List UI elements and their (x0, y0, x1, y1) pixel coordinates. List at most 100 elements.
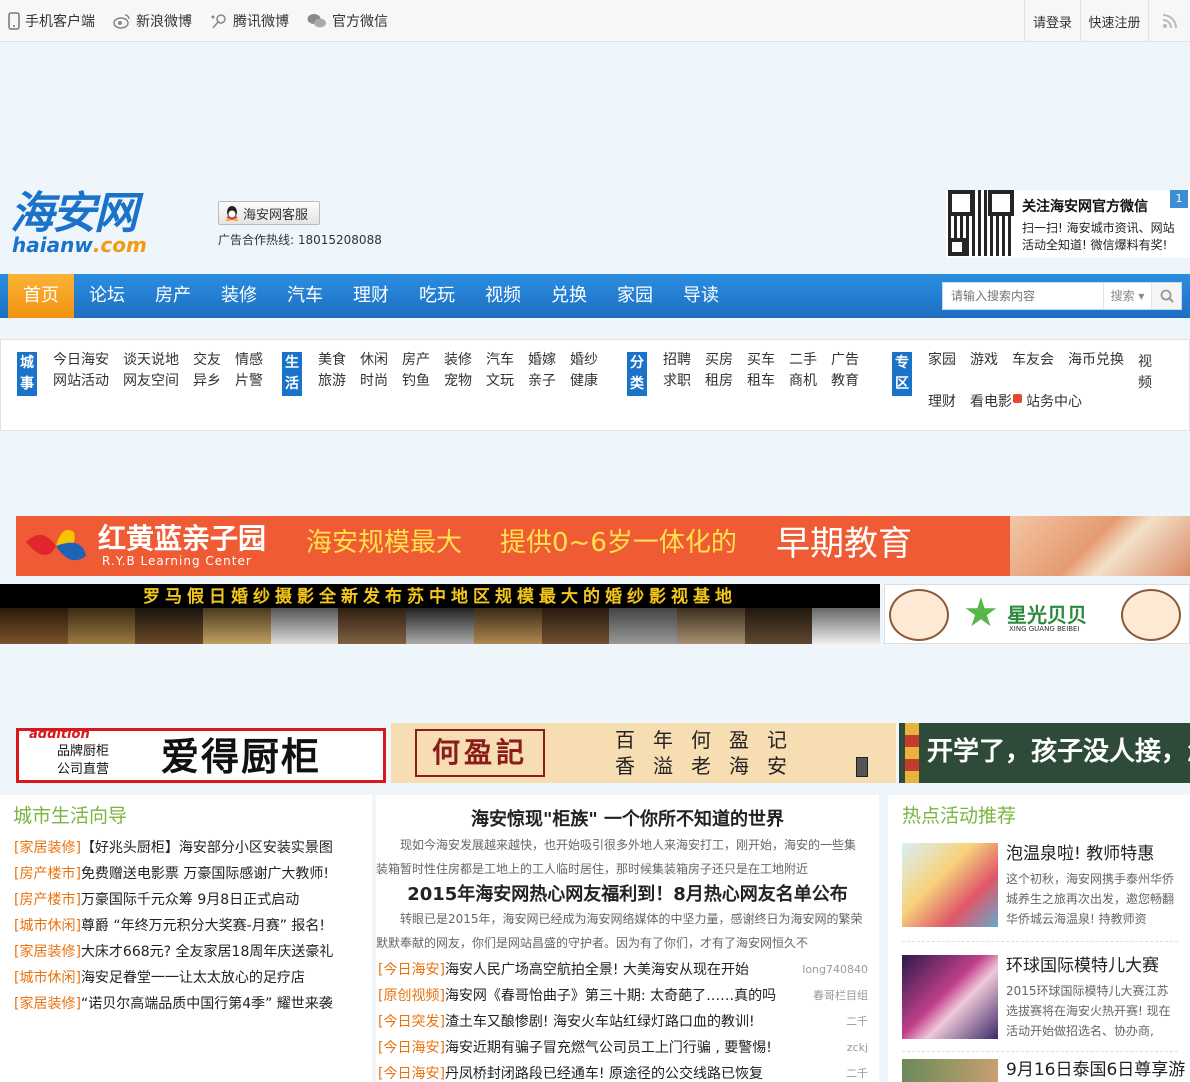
event-title: 泡温泉啦! 教师特惠 (1006, 844, 1155, 864)
wechat-promo-badge[interactable]: 1 (1170, 190, 1188, 208)
category-link[interactable]: 情感 (235, 352, 277, 369)
category-link[interactable]: 网站活动 (53, 373, 123, 390)
category-link[interactable]: 车友会 (1012, 352, 1054, 369)
category-label-special: 专区 (892, 352, 912, 396)
category-label-classifieds: 分类 (627, 352, 647, 396)
category-link[interactable]: 交友 (193, 352, 235, 369)
nav-item-home-garden[interactable]: 家园 (602, 274, 668, 318)
category-link[interactable]: 婚嫁 (528, 352, 570, 369)
category-link[interactable]: 买房 (705, 352, 747, 369)
category-link-movie[interactable]: 看电影 (970, 394, 1022, 411)
customer-service-button[interactable]: 海安网客服 (218, 201, 320, 225)
category-link[interactable]: 美食 (318, 352, 360, 369)
ryb-banner-ad[interactable]: 红黄蓝亲子园 R.Y.B Learning Center 海安规模最大 提供0~… (16, 516, 1190, 576)
category-link[interactable]: 海币兑换 (1068, 352, 1124, 369)
category-link[interactable]: 教育 (831, 373, 873, 390)
category-links-classifieds: 招聘 买房 买车 二手 广告 求职 租房 租车 商机 教育 (663, 352, 873, 390)
category-link[interactable]: 时尚 (360, 373, 402, 390)
list-item[interactable]: [城市休闲]海安足眷堂一一让太太放心的足疗店 (14, 965, 333, 991)
category-link[interactable]: 理财 (928, 394, 956, 411)
wechat-label: 官方微信 (332, 14, 388, 30)
category-link[interactable]: 谈天说地 (123, 352, 193, 369)
nav-item-auto[interactable]: 汽车 (272, 274, 338, 318)
list-item[interactable]: [原创视频] 海安网《春哥怡曲子》第三十期: 太奇葩了……真的吗 春哥栏目组 (378, 983, 868, 1009)
list-item[interactable]: [今日海安] 海安人民广场高空航拍全景! 大美海安从现在开始 long740840 (378, 957, 868, 983)
search-input[interactable] (943, 283, 1103, 309)
register-link[interactable]: 快速注册 (1080, 0, 1148, 42)
nav-item-food-fun[interactable]: 吃玩 (404, 274, 470, 318)
wedding-banner-ad[interactable]: 罗马假日婚纱摄影全新发布苏中地区规模最大的婚纱影视基地 (0, 584, 880, 644)
rss-link[interactable] (1148, 0, 1190, 42)
list-item[interactable]: [房产楼市]免费赠送电影票 万豪国际感谢广大教师! (14, 861, 333, 887)
ad-hotline: 广告合作热线: 18015208088 (218, 233, 382, 247)
nav-item-forum[interactable]: 论坛 (74, 274, 140, 318)
headline-2[interactable]: 2015年海安网热心网友福利到！8月热心网友名单公布 (376, 880, 879, 906)
category-nav: 城事 今日海安 谈天说地 交友 情感 网站活动 网友空间 异乡 片警 生活 美食… (0, 339, 1190, 431)
category-link[interactable]: 游戏 (970, 352, 998, 369)
nav-item-guide[interactable]: 导读 (668, 274, 734, 318)
mobile-client-link[interactable]: 手机客户端 (8, 11, 95, 31)
event-desc: 2015环球国际模特儿大赛江苏选拔赛将在海安火热开赛! 现在活动开始做招选名、协… (1006, 984, 1171, 1038)
xingguang-name: 星光贝贝 (1007, 603, 1087, 627)
tencent-weibo-link[interactable]: 腾讯微博 (210, 11, 289, 31)
ryb-children-photo (1010, 516, 1190, 576)
list-item[interactable]: [今日海安] 丹凤桥封闭路段已经通车! 原途径的公交线路已恢复 二千 (378, 1061, 868, 1082)
category-link[interactable]: 买车 (747, 352, 789, 369)
category-link[interactable]: 装修 (444, 352, 486, 369)
category-link[interactable]: 亲子 (528, 373, 570, 390)
sina-weibo-link[interactable]: 新浪微博 (113, 11, 192, 31)
category-link[interactable]: 求职 (663, 373, 705, 390)
category-link[interactable]: 旅游 (318, 373, 360, 390)
nav-item-exchange[interactable]: 兑换 (536, 274, 602, 318)
list-item[interactable]: [城市休闲]尊爵 “年终万元积分大奖赛-月赛” 报名! (14, 913, 333, 939)
search-icon (1160, 289, 1174, 303)
category-link[interactable]: 家园 (928, 352, 956, 369)
main-nav: 首页 论坛 房产 装修 汽车 理财 吃玩 视频 兑换 家园 导读 搜索 ▾ (0, 274, 1190, 318)
nav-item-decoration[interactable]: 装修 (206, 274, 272, 318)
category-link[interactable]: 汽车 (486, 352, 528, 369)
school-pickup-ad[interactable]: 开学了，孩子没人接，怎么办? (899, 723, 1190, 783)
category-link[interactable]: 房产 (402, 352, 444, 369)
category-link[interactable]: 钓鱼 (402, 373, 444, 390)
wechat-link[interactable]: 官方微信 (307, 11, 388, 31)
search-type-select[interactable]: 搜索 ▾ (1103, 283, 1151, 309)
category-link[interactable]: 文玩 (486, 373, 528, 390)
category-link[interactable]: 婚纱 (570, 352, 612, 369)
category-link[interactable]: 二手 (789, 352, 831, 369)
category-link[interactable]: 商机 (789, 373, 831, 390)
category-link[interactable]: 租房 (705, 373, 747, 390)
nav-item-home[interactable]: 首页 (8, 274, 74, 318)
login-link[interactable]: 请登录 (1024, 0, 1080, 42)
school-pickup-text: 开学了，孩子没人接，怎么办? (927, 737, 1190, 767)
category-link[interactable]: 广告 (831, 352, 873, 369)
category-link[interactable]: 网友空间 (123, 373, 193, 390)
category-link[interactable]: 休闲 (360, 352, 402, 369)
nav-item-realestate[interactable]: 房产 (140, 274, 206, 318)
addition-cabinet-ad[interactable]: addition 品牌厨柜 公司直营 爱得厨柜 (16, 728, 386, 783)
list-item[interactable]: [家居装修]大床才668元? 全友家居18周年庆送豪礼 (14, 939, 333, 965)
list-item[interactable]: [家居装修]【好兆头厨柜】海安部分小区安装实景图 (14, 835, 333, 861)
site-logo[interactable]: 海安网 haianw.com (8, 190, 180, 260)
list-item[interactable]: [家居装修]“诺贝尔高端品质中国行第4季” 耀世来袭 (14, 991, 333, 1017)
category-link-video[interactable]: 视频 (1138, 352, 1154, 394)
category-link[interactable]: 异乡 (193, 373, 235, 390)
category-link[interactable]: 站务中心 (1026, 394, 1082, 411)
list-item[interactable]: [今日海安] 海安近期有骗子冒充燃气公司员工上门行骗 , 要警惕! zckj (378, 1035, 868, 1061)
nav-item-finance[interactable]: 理财 (338, 274, 404, 318)
search-button[interactable] (1151, 283, 1181, 309)
logo-domain: haianw.com (12, 233, 147, 257)
list-item[interactable]: [今日突发] 渣土车又酿惨剧! 海安火车站红绿灯路口血的教训! 二千 (378, 1009, 868, 1035)
list-item[interactable]: [房产楼市]万豪国际千元众筹 9月8日正式启动 (14, 887, 333, 913)
category-link[interactable]: 宠物 (444, 373, 486, 390)
xingguang-banner-ad[interactable]: ★ 星光贝贝 XING GUANG BEIBEI (884, 584, 1190, 644)
category-link[interactable]: 健康 (570, 373, 612, 390)
headline-1[interactable]: 海安惊现"柜族" 一个你所不知道的世界 (376, 805, 879, 831)
category-link[interactable]: 今日海安 (53, 352, 123, 369)
category-link[interactable]: 租车 (747, 373, 789, 390)
heyingji-ad[interactable]: 何盈記 百年何盈记 香溢老海安 (391, 723, 896, 783)
heyingji-scroll-handle[interactable] (856, 757, 868, 777)
category-link[interactable]: 片警 (235, 373, 277, 390)
category-link[interactable]: 招聘 (663, 352, 705, 369)
nav-item-video[interactable]: 视频 (470, 274, 536, 318)
sina-weibo-label: 新浪微博 (136, 14, 192, 30)
